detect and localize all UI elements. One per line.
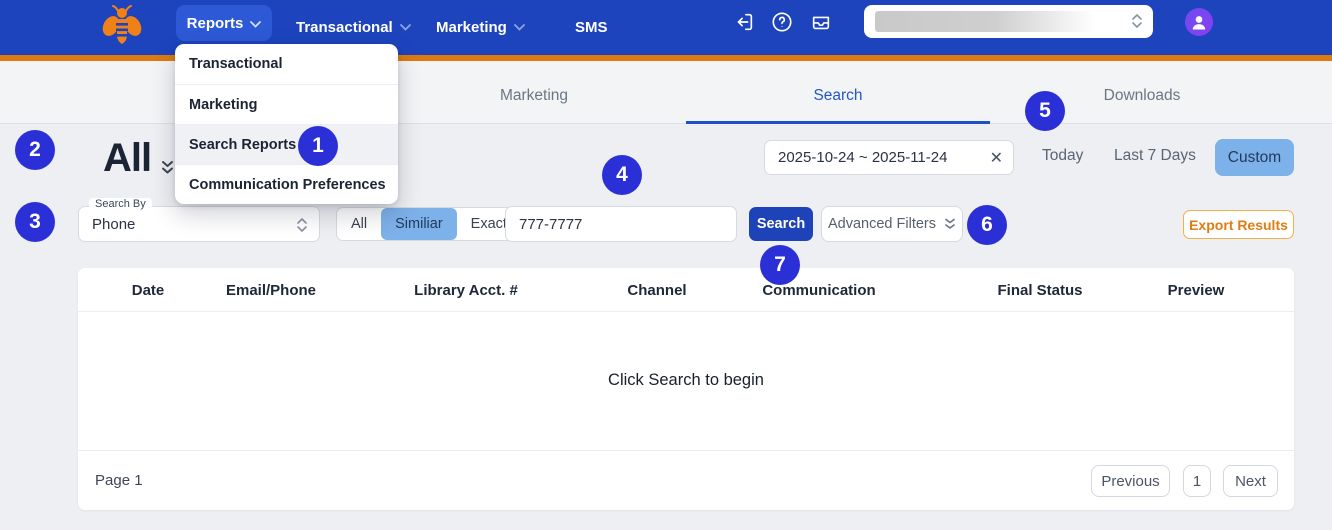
- match-option-similiar[interactable]: Similiar: [381, 208, 457, 240]
- page-number-button[interactable]: 1: [1183, 465, 1211, 497]
- nav-item-label: Marketing: [436, 19, 507, 36]
- advanced-filters-button[interactable]: Advanced Filters: [821, 206, 963, 242]
- preset-last-7-days[interactable]: Last 7 Days: [1114, 147, 1196, 165]
- menu-item-search-reports[interactable]: Search Reports: [175, 124, 398, 164]
- advanced-filters-label: Advanced Filters: [828, 216, 936, 232]
- annotation-badge-5: 5: [1025, 91, 1065, 131]
- results-table-card: Date Email/Phone Library Acct. # Channel…: [78, 268, 1294, 510]
- export-results-button[interactable]: Export Results: [1183, 210, 1294, 239]
- date-range-input[interactable]: 2025-10-24 ~ 2025-11-24 ✕: [764, 140, 1014, 175]
- table-header-row: Date Email/Phone Library Acct. # Channel…: [78, 268, 1294, 312]
- match-type-group: All Similiar Exact: [336, 207, 522, 241]
- date-range-value: 2025-10-24 ~ 2025-11-24: [778, 149, 947, 166]
- select-updown-icon: [1131, 12, 1143, 35]
- account-select[interactable]: [864, 5, 1153, 38]
- user-avatar[interactable]: [1185, 8, 1213, 36]
- search-by-label: Search By: [89, 198, 152, 210]
- annotation-badge-4: 4: [602, 155, 642, 195]
- match-option-all[interactable]: All: [337, 208, 381, 240]
- column-header-date: Date: [132, 282, 165, 299]
- search-by-value: Phone: [92, 216, 135, 233]
- nav-item-label: SMS: [575, 19, 608, 36]
- help-icon[interactable]: [771, 11, 793, 33]
- tab-downloads[interactable]: Downloads: [1104, 87, 1181, 105]
- redacted-account-value: [875, 11, 1095, 32]
- next-page-button[interactable]: Next: [1223, 465, 1278, 497]
- menu-item-marketing[interactable]: Marketing: [175, 84, 398, 124]
- nav-item-reports[interactable]: Reports: [176, 5, 272, 41]
- menu-item-communication-preferences[interactable]: Communication Preferences: [175, 164, 398, 204]
- table-footer: Page 1 Previous 1 Next: [78, 450, 1294, 510]
- annotation-badge-1: 1: [298, 126, 338, 166]
- column-header-preview: Preview: [1168, 282, 1225, 299]
- chevron-down-icon: [250, 15, 261, 32]
- bee-logo[interactable]: [98, 3, 146, 51]
- select-updown-icon: [296, 216, 308, 239]
- search-reports-page: Reports Transactional Marketing SMS: [0, 0, 1332, 530]
- active-tab-underline: [686, 121, 990, 124]
- annotation-badge-6: 6: [967, 205, 1007, 245]
- annotation-badge-3: 3: [15, 202, 55, 242]
- page-indicator: Page 1: [95, 472, 143, 489]
- nav-item-sms[interactable]: SMS: [575, 0, 608, 55]
- scope-selector[interactable]: All: [103, 131, 175, 186]
- reports-dropdown-menu: Transactional Marketing Search Reports C…: [175, 44, 398, 204]
- column-header-library-acct: Library Acct. #: [414, 282, 518, 299]
- column-header-final-status: Final Status: [997, 282, 1082, 299]
- annotation-badge-2: 2: [15, 130, 55, 170]
- annotation-badge-7: 7: [760, 245, 800, 285]
- nav-item-label: Reports: [187, 15, 244, 32]
- double-chevron-down-icon: [944, 217, 956, 235]
- nav-item-marketing[interactable]: Marketing: [436, 0, 525, 55]
- tab-search[interactable]: Search: [813, 87, 862, 105]
- column-header-channel: Channel: [627, 282, 686, 299]
- chevron-down-icon: [514, 24, 525, 31]
- nav-item-label: Transactional: [296, 19, 393, 36]
- chevron-down-icon: [400, 24, 411, 31]
- empty-state-message: Click Search to begin: [608, 371, 764, 390]
- preset-today[interactable]: Today: [1042, 147, 1083, 165]
- inbox-icon[interactable]: [810, 11, 832, 33]
- column-header-email-phone: Email/Phone: [226, 282, 316, 299]
- scope-label: All: [103, 136, 151, 181]
- clear-date-icon[interactable]: ✕: [990, 148, 1003, 168]
- tab-marketing[interactable]: Marketing: [500, 87, 568, 105]
- login-icon[interactable]: [733, 11, 755, 33]
- search-by-select[interactable]: Search By Phone: [78, 206, 320, 242]
- search-button[interactable]: Search: [749, 207, 813, 241]
- search-query-input[interactable]: [505, 206, 737, 242]
- preset-custom-button[interactable]: Custom: [1215, 139, 1294, 176]
- menu-item-transactional[interactable]: Transactional: [175, 44, 398, 84]
- double-chevron-down-icon: [160, 141, 175, 186]
- previous-page-button[interactable]: Previous: [1091, 465, 1170, 497]
